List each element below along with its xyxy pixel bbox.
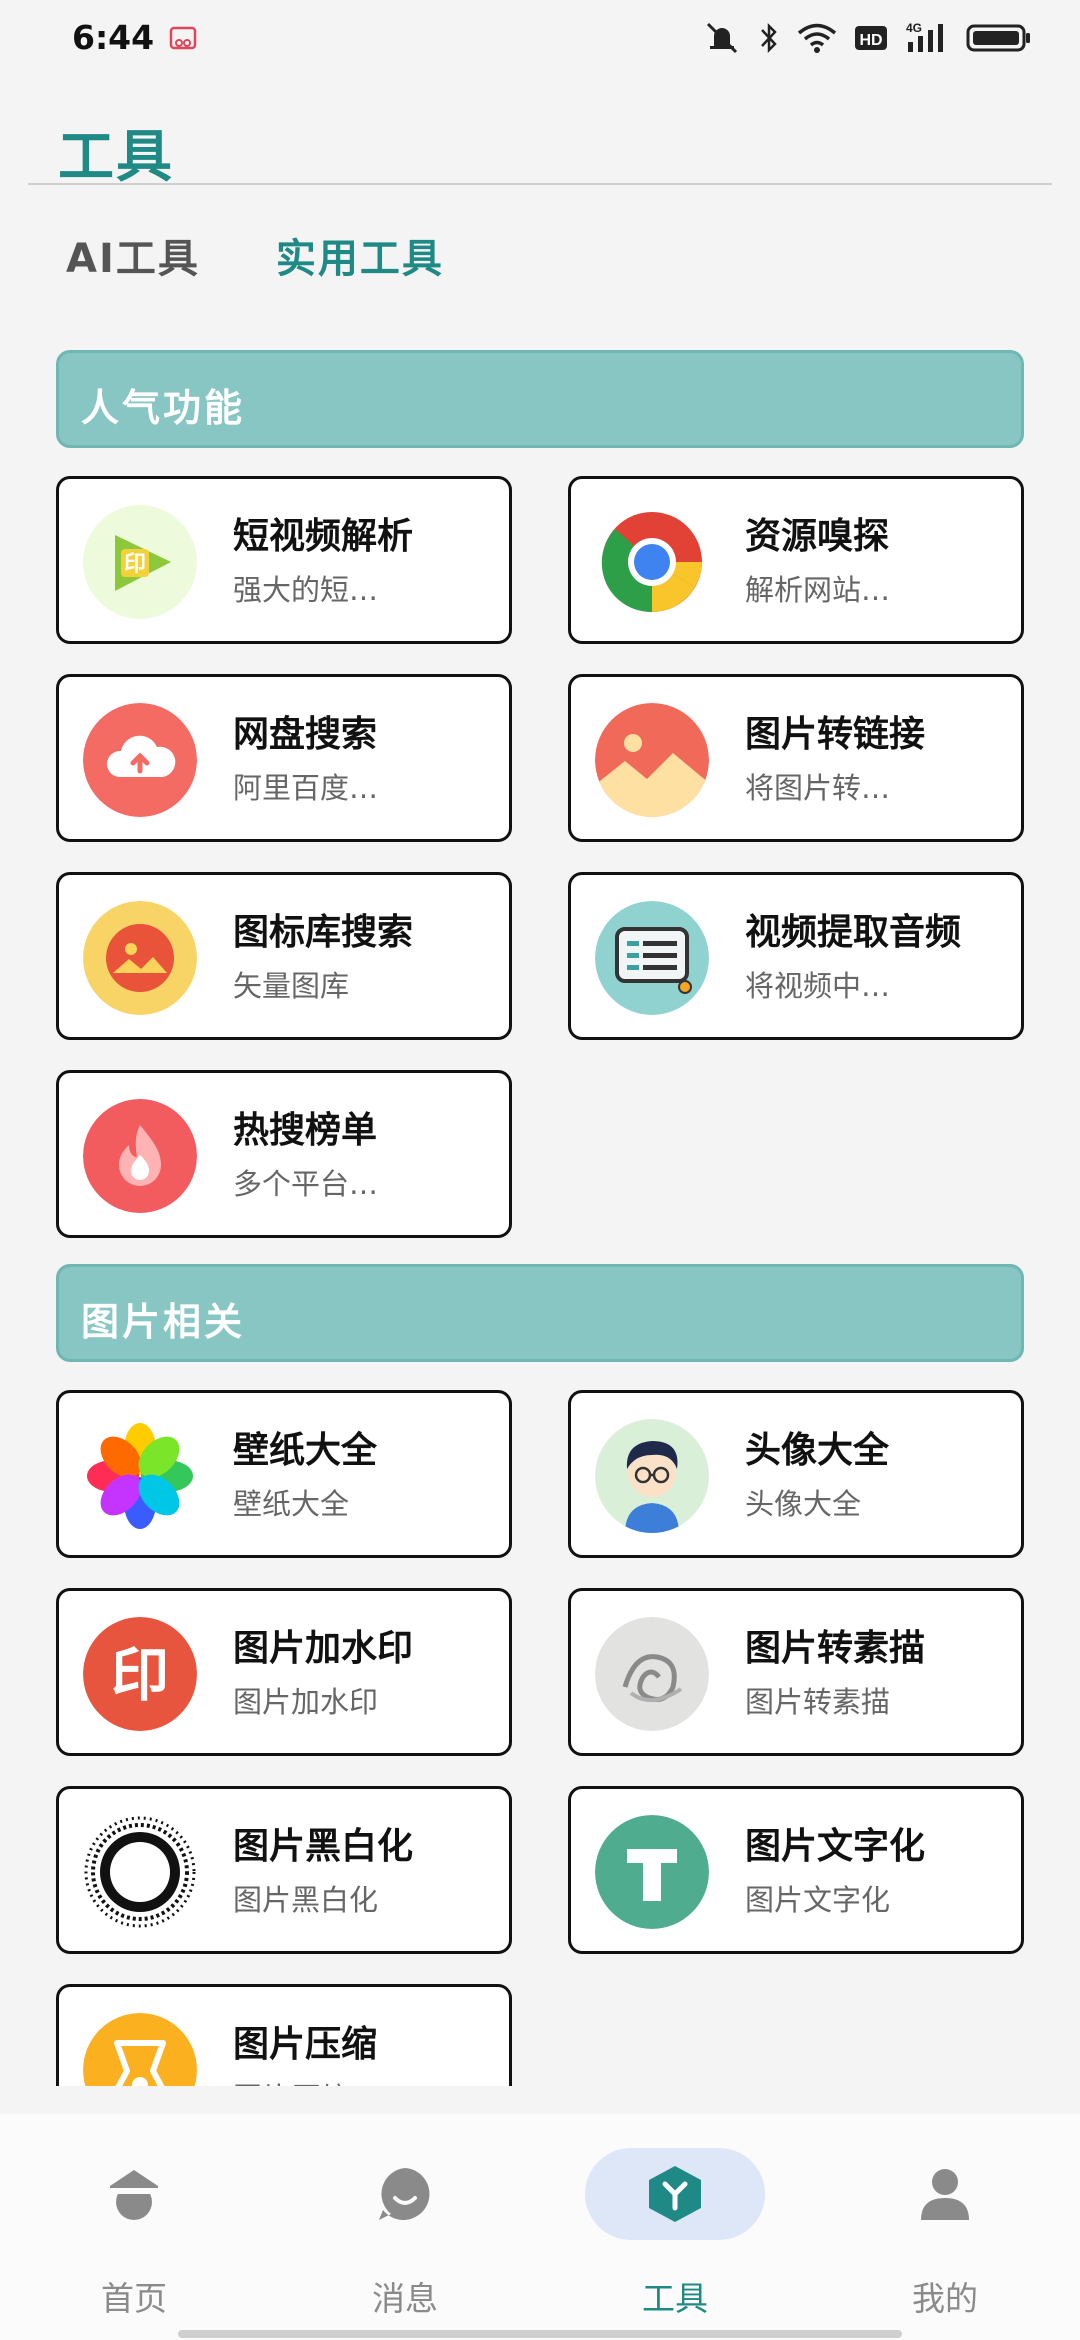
page-title: 工具 — [58, 125, 174, 190]
card-desc: 阿里百度… — [233, 771, 379, 805]
text-t-icon — [595, 1815, 709, 1929]
home-icon — [110, 2170, 158, 2220]
watermark-icon: 印 — [83, 1617, 197, 1731]
card-title: 图标库搜索 — [233, 912, 414, 953]
status-time: 6:44 — [72, 18, 155, 57]
svg-text:印: 印 — [124, 552, 146, 577]
card-title: 壁纸大全 — [233, 1430, 378, 1471]
nav-home[interactable]: 首页 — [44, 2148, 224, 2318]
tools-icon — [649, 2166, 701, 2222]
status-icons: HD 4G — [702, 20, 1032, 56]
card-title: 网盘搜索 — [233, 714, 378, 755]
tool-card-hot-search[interactable]: 热搜榜单 多个平台… — [56, 1070, 512, 1238]
tool-card-watermark[interactable]: 印 图片加水印 图片加水印 — [56, 1588, 512, 1756]
card-desc: 头像大全 — [745, 1487, 862, 1521]
card-desc: 将视频中… — [745, 969, 891, 1003]
nav-label: 我的 — [912, 2279, 978, 2318]
cloud-upload-icon — [83, 703, 197, 817]
card-desc: 壁纸大全 — [233, 1487, 350, 1521]
card-title: 图片压缩 — [233, 2024, 378, 2065]
tab-practical-tools[interactable]: 实用工具 — [276, 226, 444, 284]
card-title: 图片加水印 — [233, 1628, 414, 1669]
card-desc: 多个平台… — [233, 1167, 379, 1201]
card-title: 图片转素描 — [745, 1628, 926, 1669]
battery-icon — [966, 24, 1030, 52]
card-desc: 图片黑白化 — [233, 1883, 379, 1917]
tool-card-image-text[interactable]: 图片文字化 图片文字化 — [568, 1786, 1024, 1954]
card-title: 视频提取音频 — [745, 912, 962, 953]
nav-label: 消息 — [372, 2279, 438, 2318]
nav-label: 首页 — [101, 2279, 167, 2318]
card-title: 热搜榜单 — [233, 1110, 378, 1151]
card-title: 短视频解析 — [233, 516, 414, 557]
icon-library-icon — [83, 901, 197, 1015]
sketch-icon — [595, 1617, 709, 1731]
chrome-icon — [595, 505, 709, 619]
signal-4g-icon: 4G — [906, 21, 943, 52]
card-title: 图片转链接 — [745, 714, 926, 755]
tools-content[interactable]: 人气功能 印 短视频解析 强大的短… 资源嗅探 解析网站… 网盘搜索 阿里百度…… — [0, 300, 1080, 2086]
mute-bell-icon — [706, 22, 738, 54]
tab-bar: AI工具 实用工具 — [66, 226, 444, 284]
card-desc: 图片加水印 — [233, 1685, 379, 1719]
svg-text:印: 印 — [111, 1641, 169, 1709]
tab-ai-tools[interactable]: AI工具 — [66, 226, 200, 284]
tool-card-icon-library[interactable]: 图标库搜索 矢量图库 — [56, 872, 512, 1040]
black-white-icon — [83, 1815, 197, 1929]
card-title: 头像大全 — [745, 1430, 890, 1471]
tool-card-avatar[interactable]: 头像大全 头像大全 — [568, 1390, 1024, 1558]
home-indicator — [178, 2330, 902, 2338]
svg-text:HD: HD — [859, 32, 882, 49]
avatar-cartoon-icon — [595, 1419, 709, 1533]
tool-card-image-to-link[interactable]: 图片转链接 将图片转… — [568, 674, 1024, 842]
section-title: 人气功能 — [81, 386, 246, 430]
card-desc: 图片转素描 — [745, 1685, 891, 1719]
tool-card-black-white[interactable]: 图片黑白化 图片黑白化 — [56, 1786, 512, 1954]
card-desc: 图片压缩 — [233, 2075, 349, 2086]
nav-messages[interactable]: 消息 — [315, 2148, 495, 2318]
bottom-nav: 首页 消息 工具 我的 — [0, 2114, 1080, 2340]
section-header-image: 图片相关 — [56, 1264, 1024, 1362]
tool-card-compress[interactable]: 图片压缩 图片压缩 — [56, 1984, 512, 2086]
message-icon — [379, 2168, 430, 2220]
profile-icon — [921, 2169, 969, 2220]
nav-label: 工具 — [642, 2279, 708, 2318]
card-desc: 强大的短… — [233, 573, 379, 607]
nav-tools[interactable]: 工具 — [585, 2148, 765, 2318]
wifi-icon — [797, 23, 837, 53]
card-title: 资源嗅探 — [745, 516, 890, 557]
card-desc: 将图片转… — [745, 771, 891, 805]
nav-profile[interactable]: 我的 — [855, 2148, 1035, 2318]
audio-extract-icon — [595, 901, 709, 1015]
status-bar: 6:44 HD 4G — [0, 0, 1080, 80]
image-landscape-icon — [595, 703, 709, 817]
card-title: 图片文字化 — [745, 1826, 926, 1867]
tool-card-wallpaper[interactable]: 壁纸大全 壁纸大全 — [56, 1390, 512, 1558]
svg-text:4G: 4G — [906, 21, 922, 35]
card-desc: 图片文字化 — [745, 1883, 891, 1917]
hd-icon: HD — [855, 26, 887, 50]
screen-record-icon — [169, 26, 197, 50]
flame-icon — [83, 1099, 197, 1213]
tool-card-video-parse[interactable]: 印 短视频解析 强大的短… — [56, 476, 512, 644]
colorful-flower-icon — [83, 1419, 197, 1533]
card-desc: 解析网站… — [745, 573, 891, 607]
compress-icon — [83, 2013, 197, 2086]
tool-card-resource-sniff[interactable]: 资源嗅探 解析网站… — [568, 476, 1024, 644]
section-title: 图片相关 — [81, 1300, 246, 1344]
tool-card-audio-extract[interactable]: 视频提取音频 将视频中… — [568, 872, 1024, 1040]
card-title: 图片黑白化 — [233, 1826, 414, 1867]
tool-card-netdisk-search[interactable]: 网盘搜索 阿里百度… — [56, 674, 512, 842]
section-header-popular: 人气功能 — [56, 350, 1024, 448]
video-parse-icon: 印 — [83, 505, 197, 619]
header-divider — [28, 183, 1052, 185]
card-desc: 矢量图库 — [233, 969, 350, 1003]
bluetooth-icon — [761, 22, 777, 54]
tool-card-sketch[interactable]: 图片转素描 图片转素描 — [568, 1588, 1024, 1756]
